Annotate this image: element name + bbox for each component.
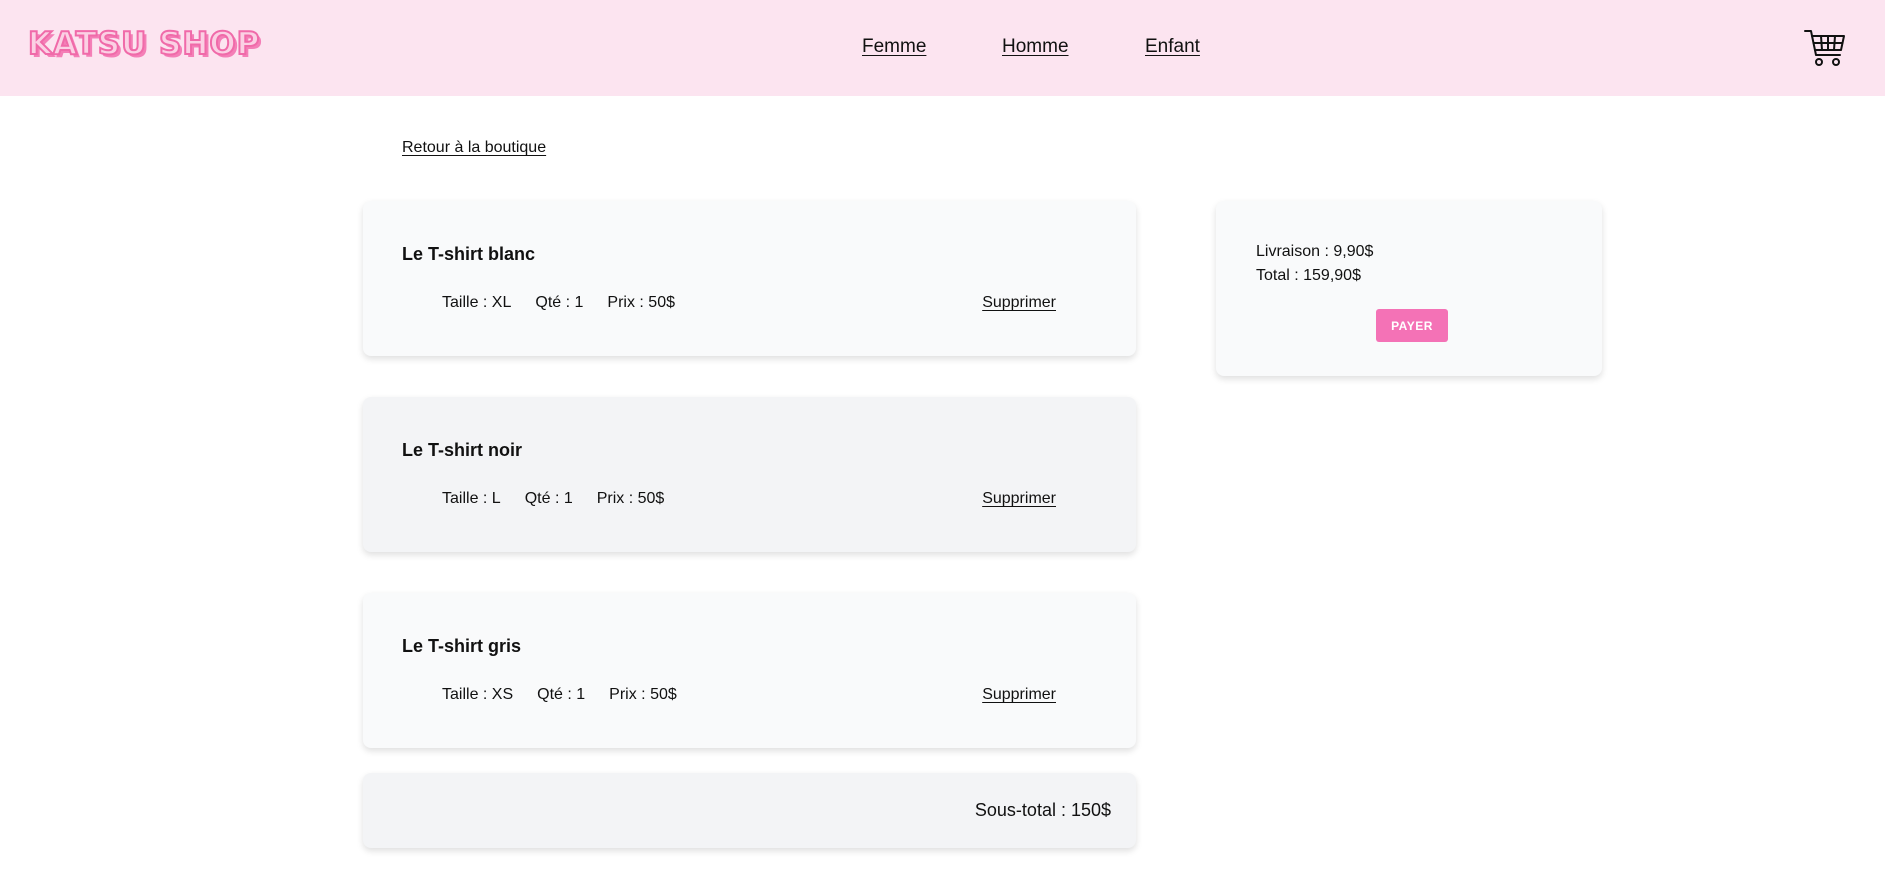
shop-logo[interactable]: KATSU SHOP xyxy=(27,25,260,63)
cart-item-details: Taille : L Qté : 1 Prix : 50$ xyxy=(442,490,664,508)
delete-item-button[interactable]: Supprimer xyxy=(982,294,1056,312)
cart-item-size: Taille : XL xyxy=(442,294,512,311)
pay-button[interactable]: PAYER xyxy=(1376,309,1448,342)
cart-item-size: Taille : XS xyxy=(442,686,514,703)
site-header: KATSU SHOP Femme Homme Enfant xyxy=(0,0,1885,96)
nav-link-femme[interactable]: Femme xyxy=(862,36,926,58)
cart-item-card: Le T-shirt blanc Taille : XL Qté : 1 Pri… xyxy=(363,201,1136,356)
back-to-shop-link[interactable]: Retour à la boutique xyxy=(402,139,546,157)
shopping-cart-icon[interactable] xyxy=(1804,28,1846,68)
cart-item-details: Taille : XS Qté : 1 Prix : 50$ xyxy=(442,686,677,704)
cart-item-name: Le T-shirt noir xyxy=(402,440,523,460)
cart-item-name: Le T-shirt gris xyxy=(402,636,522,656)
cart-item-card: Le T-shirt noir Taille : L Qté : 1 Prix … xyxy=(363,397,1136,552)
cart-item-price: Prix : 50$ xyxy=(596,490,665,507)
nav-link-homme[interactable]: Homme xyxy=(1002,36,1069,58)
cart-item-price: Prix : 50$ xyxy=(609,686,677,703)
cart-item-quantity: Qté : 1 xyxy=(535,294,584,311)
cart-item-quantity: Qté : 1 xyxy=(537,686,586,703)
subtotal-label: Sous-total : 150$ xyxy=(974,800,1111,820)
cart-item-size: Taille : L xyxy=(442,490,501,507)
nav-link-enfant[interactable]: Enfant xyxy=(1145,36,1200,58)
cart-item-details: Taille : XL Qté : 1 Prix : 50$ xyxy=(442,294,675,312)
subtotal-card: Sous-total : 150$ xyxy=(363,773,1136,848)
cart-item-quantity: Qté : 1 xyxy=(524,490,573,507)
order-summary-card: Livraison : 9,90$ Total : 159,90$ PAYER xyxy=(1216,201,1602,376)
delete-item-button[interactable]: Supprimer xyxy=(982,490,1056,508)
delete-item-button[interactable]: Supprimer xyxy=(982,686,1056,704)
shipping-cost: Livraison : 9,90$ xyxy=(1256,243,1374,260)
order-total: Total : 159,90$ xyxy=(1256,267,1361,284)
cart-item-price: Prix : 50$ xyxy=(607,294,675,311)
cart-item-card: Le T-shirt gris Taille : XS Qté : 1 Prix… xyxy=(363,593,1136,748)
cart-item-name: Le T-shirt blanc xyxy=(402,244,536,264)
